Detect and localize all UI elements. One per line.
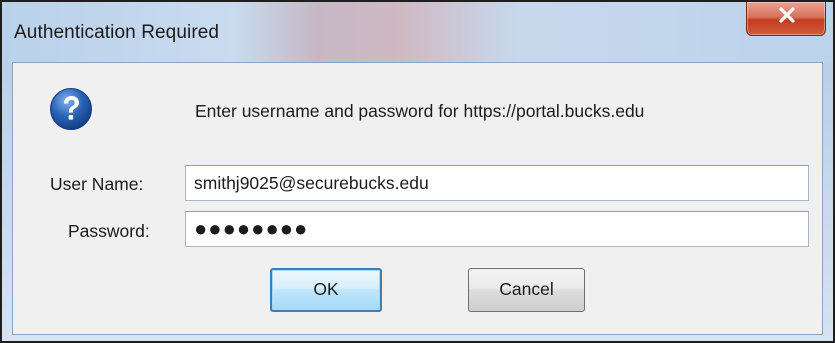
- question-icon: [50, 88, 92, 130]
- window-title: Authentication Required: [14, 22, 220, 43]
- auth-message: Enter username and password for https://…: [195, 101, 645, 121]
- dialog-body: Enter username and password for https://…: [12, 62, 823, 335]
- close-button[interactable]: [746, 2, 826, 36]
- cancel-button[interactable]: Cancel: [468, 268, 585, 312]
- username-input[interactable]: [185, 165, 809, 201]
- username-label: User Name:: [50, 174, 144, 194]
- password-input[interactable]: [185, 211, 809, 247]
- title-bar[interactable]: Authentication Required: [2, 2, 833, 62]
- auth-dialog-window: Authentication Required Enter username a…: [0, 0, 835, 343]
- password-label: Password:: [68, 221, 150, 241]
- close-x-icon: [779, 7, 795, 23]
- ok-button[interactable]: OK: [270, 268, 382, 312]
